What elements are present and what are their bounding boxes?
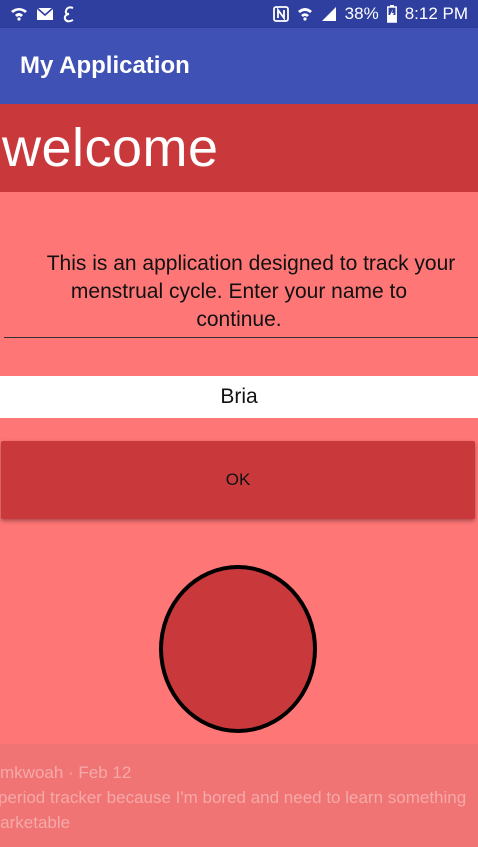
app-bar: My Application (0, 28, 478, 104)
wifi-call-icon (10, 6, 28, 22)
status-bar: 38% 8:12 PM (0, 0, 478, 28)
name-input[interactable] (0, 376, 478, 418)
notification-header: mkwoah · Feb 12 (0, 763, 132, 782)
battery-icon (386, 5, 397, 23)
mail-icon (36, 7, 54, 21)
status-time: 8:12 PM (404, 4, 468, 23)
cycle-indicator-circle[interactable] (159, 565, 317, 733)
status-bar-right: 38% 8:12 PM (272, 4, 468, 24)
welcome-banner: welcome (0, 104, 478, 192)
ok-button[interactable]: OK (1, 441, 475, 519)
wifi-icon (297, 6, 313, 22)
battery-percent: 38% (344, 4, 379, 23)
signal-icon (321, 6, 337, 22)
welcome-heading: welcome (2, 118, 219, 178)
notification-body-continued: marketable (0, 813, 71, 832)
description-text: This is an application designed to track… (0, 250, 478, 334)
app-title: My Application (20, 52, 190, 79)
description-divider (4, 337, 478, 338)
status-bar-left (10, 5, 76, 23)
notification-overlay: mkwoah · Feb 12 period tracker because I… (0, 744, 478, 847)
description-line: menstrual cycle. Enter your name to (70, 280, 408, 303)
description-line: This is an application designed to track… (46, 252, 456, 275)
notification-body: period tracker because I'm bored and nee… (0, 788, 467, 807)
nfc-icon (272, 6, 289, 22)
description-line: continue. (196, 308, 282, 331)
e-app-icon (62, 5, 76, 23)
